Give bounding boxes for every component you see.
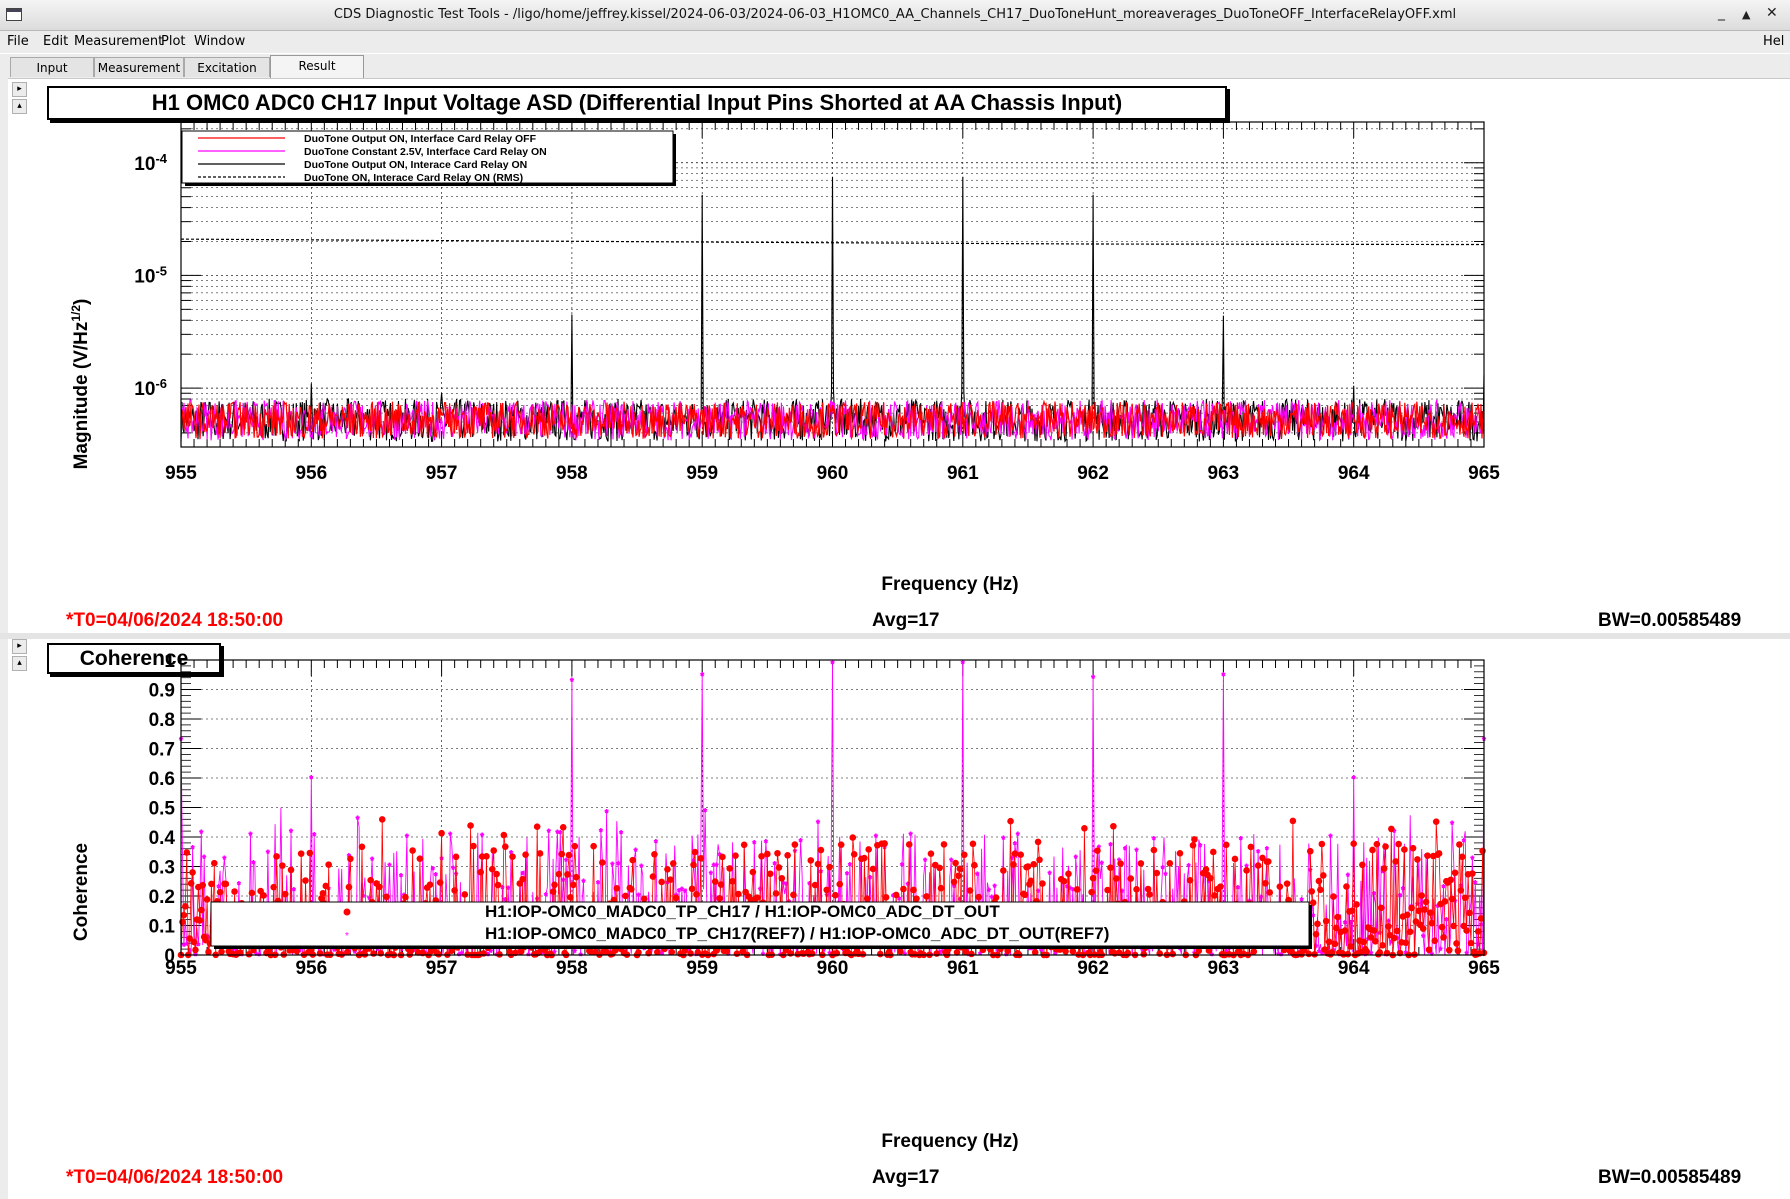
- asd-xtick-label: 955: [165, 463, 197, 484]
- coh-ytick-label: 0.1: [149, 917, 176, 938]
- coh-legend-magenta-swatch: *: [345, 931, 349, 942]
- panel2-expand-button[interactable]: ▸: [12, 639, 27, 654]
- coh-ytick-label: 0.7: [149, 740, 175, 761]
- window-title: CDS Diagnostic Test Tools - /ligo/home/j…: [333, 7, 1457, 22]
- asd-xtick-label: 957: [426, 463, 458, 484]
- tab-result[interactable]: Result: [270, 55, 364, 78]
- asd-chart[interactable]: 10-6 10-5 10-4 955 956 957 958 959 960 961 962 963 9…: [30, 80, 1786, 632]
- tab-excitation[interactable]: Excitation: [184, 57, 270, 77]
- asd-xtick-label: 959: [686, 463, 718, 484]
- asd-ytick-exp: -5: [155, 263, 167, 278]
- asd-xtick-label: 965: [1468, 463, 1500, 484]
- asd-xtick-label: 962: [1077, 463, 1109, 484]
- asd-legend-label: DuoTone Output ON, Interface Card Relay …: [304, 133, 537, 145]
- coherence-panel: Coherence 0 0.1 0.2 0.3 0.4 0.5 0.6 0.7 0.8 0.9 1 9…: [30, 640, 1786, 1191]
- coh-ytick-label: 0.4: [149, 828, 176, 849]
- asd-ytick-exp: -4: [155, 150, 167, 165]
- asd-legend-label: DuoTone Output ON, Interace Card Relay O…: [304, 159, 527, 171]
- window-titlebar: CDS Diagnostic Test Tools - /ligo/home/j…: [0, 0, 1790, 31]
- asd-avg: Avg=17: [872, 610, 940, 631]
- asd-xtick-label: 963: [1208, 463, 1240, 484]
- coh-legend-label: H1:IOP-OMC0_MADC0_TP_CH17(REF7) / H1:IOP…: [485, 924, 1109, 943]
- coh-xtick-label: 959: [686, 958, 718, 979]
- coh-t0: *T0=04/06/2024 18:50:00: [66, 1167, 284, 1188]
- menu-measurement[interactable]: Measurement: [74, 34, 163, 49]
- asd-ytick-exp: -6: [155, 376, 167, 391]
- asd-xtick-label: 956: [295, 463, 327, 484]
- coh-xtick-label: 963: [1208, 958, 1240, 979]
- menu-bar: File Edit Measurement Plot Window Hel: [0, 31, 1790, 53]
- coh-xtick-label: 956: [295, 958, 327, 979]
- asd-xlabel: Frequency (Hz): [881, 574, 1018, 595]
- tab-measurement[interactable]: Measurement: [94, 57, 184, 77]
- asd-t0: *T0=04/06/2024 18:50:00: [66, 610, 284, 631]
- asd-ylabel-sup: 1/2: [69, 305, 83, 322]
- asd-ytick-label: 10-6: [134, 376, 167, 401]
- coh-ytick-label: 1: [164, 651, 175, 672]
- tab-bar: Input Measurement Excitation Result: [0, 54, 1790, 79]
- coh-xtick-label: 955: [165, 958, 197, 979]
- menu-file[interactable]: File: [7, 34, 29, 49]
- asd-xtick-label: 961: [947, 463, 979, 484]
- coh-xtick-label: 964: [1338, 958, 1370, 979]
- asd-ylabel: Magnitude (V/Hz1/2): [69, 299, 92, 470]
- coh-xtick-label: 965: [1468, 958, 1500, 979]
- coh-legend-label: H1:IOP-OMC0_MADC0_TP_CH17 / H1:IOP-OMC0_…: [485, 902, 1000, 921]
- panel1-collapse-button[interactable]: ▴: [12, 99, 27, 114]
- coh-legend: * H1:IOP-OMC0_MADC0_TP_CH17 / H1:IOP-OMC0…: [210, 901, 1312, 949]
- panel2-collapse-button[interactable]: ▴: [12, 656, 27, 671]
- menu-help[interactable]: Hel: [1763, 34, 1784, 49]
- coh-ytick-label: 0.5: [149, 799, 176, 820]
- asd-xtick-label: 958: [556, 463, 588, 484]
- coh-ytick-label: 0.2: [149, 887, 175, 908]
- minimize-button[interactable]: _: [1718, 5, 1725, 21]
- asd-panel: H1 OMC0 ADC0 CH17 Input Voltage ASD (Dif…: [30, 80, 1786, 632]
- coh-ylabel: Coherence: [71, 843, 92, 941]
- coherence-chart[interactable]: 00.10.20.30.40.50.60.70.80.91955 956 957 95…: [30, 640, 1786, 1191]
- coh-legend-red-swatch: [343, 908, 351, 916]
- coh-ytick-label: 0.8: [149, 710, 175, 731]
- asd-legend-label: DuoTone ON, Interace Card Relay ON (RMS): [304, 172, 523, 184]
- asd-bw: BW=0.00585489: [1598, 610, 1742, 631]
- menu-edit[interactable]: Edit: [43, 34, 68, 49]
- coh-xtick-label: 960: [817, 958, 849, 979]
- asd-ytick-label: 10-5: [134, 263, 167, 288]
- coh-ytick-label: 0.3: [149, 858, 175, 879]
- coh-ytick-label: 0.6: [149, 769, 175, 790]
- menu-window[interactable]: Window: [194, 34, 245, 49]
- coh-xtick-label: 958: [556, 958, 588, 979]
- coh-xtick-label: 961: [947, 958, 979, 979]
- menu-plot[interactable]: Plot: [161, 34, 186, 49]
- asd-legend-label: DuoTone Constant 2.5V, Interface Card Re…: [304, 146, 547, 158]
- asd-ytick-label: 10-4: [134, 150, 167, 175]
- coh-avg: Avg=17: [872, 1167, 940, 1188]
- coh-xlabel: Frequency (Hz): [881, 1131, 1018, 1152]
- close-button[interactable]: ✕: [1766, 5, 1778, 21]
- coh-xtick-label: 962: [1077, 958, 1109, 979]
- panel-separator: [0, 633, 1790, 639]
- asd-legend: DuoTone Output ON, Interface Card Relay …: [181, 130, 676, 186]
- tab-input[interactable]: Input: [10, 57, 94, 77]
- maximize-button[interactable]: ▲: [1742, 8, 1750, 21]
- asd-xtick-label: 964: [1338, 463, 1370, 484]
- coh-xtick-label: 957: [426, 958, 458, 979]
- panel1-expand-button[interactable]: ▸: [12, 82, 27, 97]
- coh-bw: BW=0.00585489: [1598, 1167, 1742, 1188]
- asd-xtick-label: 960: [817, 463, 849, 484]
- coh-ytick-label: 0.9: [149, 681, 175, 702]
